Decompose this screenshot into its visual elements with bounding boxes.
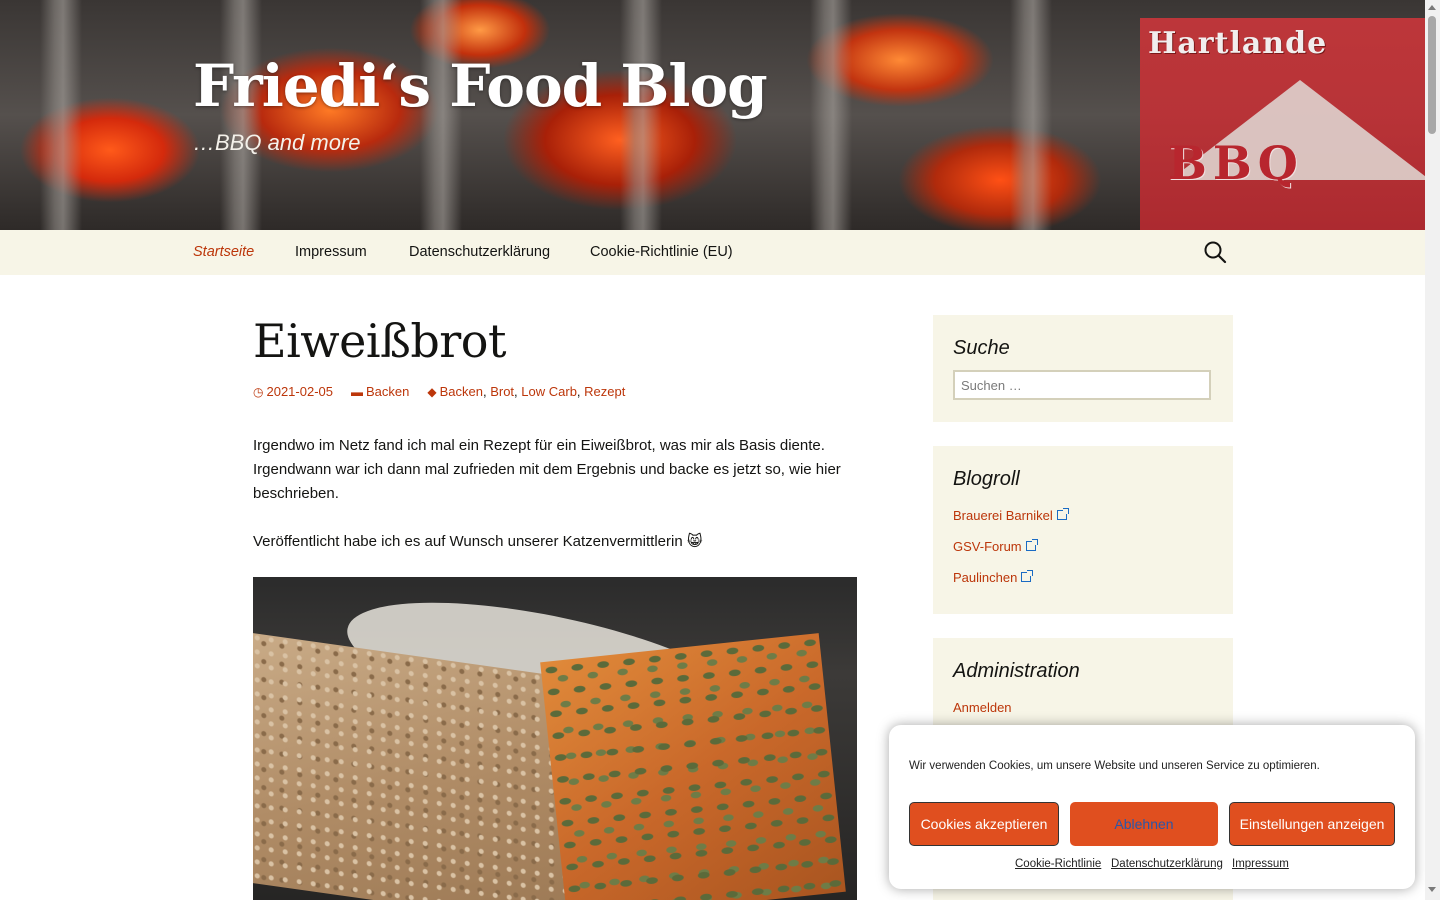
clock-icon: ◷ bbox=[253, 385, 264, 399]
nav-item-cookie-richtlinie[interactable]: Cookie-Richtlinie (EU) bbox=[590, 244, 733, 260]
blogroll-link-paulinchen[interactable]: Paulinchen bbox=[953, 570, 1034, 585]
blogroll-link-gsv-forum[interactable]: GSV-Forum bbox=[953, 539, 1038, 554]
image-bread-pumpkin-seeds bbox=[540, 633, 846, 900]
post-paragraph: Veröffentlicht habe ich es auf Wunsch un… bbox=[253, 533, 703, 550]
search-input[interactable] bbox=[953, 370, 1211, 400]
header-image-grate bbox=[810, 0, 852, 230]
cookie-consent-banner: Wir verwenden Cookies, um unsere Website… bbox=[889, 725, 1415, 889]
tag-icon: ◆ bbox=[427, 385, 437, 399]
site-tagline: …BBQ and more bbox=[193, 130, 361, 155]
scrollbar-thumb[interactable] bbox=[1428, 16, 1436, 134]
external-link-icon bbox=[1021, 570, 1034, 582]
widget-title-administration: Administration bbox=[953, 660, 1080, 682]
post-tag-link[interactable]: Low Carb bbox=[521, 384, 577, 399]
blogroll-widget: Blogroll Brauerei Barnikel GSV-Forum Pau… bbox=[933, 446, 1233, 614]
post-tag-link[interactable]: Rezept bbox=[584, 384, 625, 399]
nav-item-startseite[interactable]: Startseite bbox=[193, 244, 254, 260]
site-header: Hartlande BBQ Friedi‘s Food Blog …BBQ an… bbox=[0, 0, 1425, 230]
folder-icon: ▬ bbox=[350, 385, 363, 399]
header-logo-text-top: Hartlande bbox=[1148, 26, 1328, 61]
cookie-message: Wir verwenden Cookies, um unsere Website… bbox=[909, 760, 1320, 772]
post-image-bread[interactable] bbox=[253, 577, 857, 900]
cookie-link-impressum[interactable]: Impressum bbox=[1232, 858, 1289, 870]
header-image-grate bbox=[40, 0, 82, 230]
post-tag-link[interactable]: Brot bbox=[490, 384, 514, 399]
post-tag-link[interactable]: Backen bbox=[440, 384, 483, 399]
cookie-link-datenschutz[interactable]: Datenschutzerklärung bbox=[1111, 858, 1223, 870]
admin-link-anmelden[interactable]: Anmelden bbox=[953, 700, 1012, 715]
page-scrollbar[interactable] bbox=[1425, 0, 1440, 900]
cookie-link-richtlinie[interactable]: Cookie-Richtlinie bbox=[1015, 858, 1101, 870]
scroll-down-arrow-icon[interactable] bbox=[1428, 887, 1436, 892]
blogroll-link-label: Paulinchen bbox=[953, 570, 1018, 585]
search-widget: Suche bbox=[933, 315, 1233, 422]
blogroll-link-label: GSV-Forum bbox=[953, 539, 1022, 554]
post-content: Irgendwo im Netz fand ich mal ein Rezept… bbox=[253, 434, 857, 578]
external-link-icon bbox=[1025, 539, 1038, 551]
cookie-deny-button[interactable]: Ablehnen bbox=[1070, 802, 1218, 846]
widget-title-suche: Suche bbox=[953, 337, 1010, 359]
external-link-icon bbox=[1056, 508, 1069, 520]
post-paragraph: Irgendwo im Netz fand ich mal ein Rezept… bbox=[253, 437, 841, 502]
scroll-up-arrow-icon[interactable] bbox=[1428, 5, 1436, 10]
search-icon[interactable] bbox=[1203, 240, 1227, 264]
nav-item-datenschutz[interactable]: Datenschutzerklärung bbox=[409, 244, 550, 260]
widget-title-blogroll: Blogroll bbox=[953, 468, 1020, 490]
blogroll-link-barnikel[interactable]: Brauerei Barnikel bbox=[953, 508, 1069, 523]
post-date-link[interactable]: 2021-02-05 bbox=[266, 384, 333, 399]
header-image-grate bbox=[1010, 0, 1052, 230]
blogroll-link-label: Brauerei Barnikel bbox=[953, 508, 1053, 523]
post-meta: ◷ 2021-02-05 ▬ Backen ◆ Backen, Brot, Low Car… bbox=[253, 384, 626, 399]
nav-item-impressum[interactable]: Impressum bbox=[295, 244, 367, 260]
cookie-settings-button[interactable]: Einstellungen anzeigen bbox=[1229, 802, 1395, 846]
header-logo-text-bottom: BBQ bbox=[1168, 136, 1304, 190]
cookie-accept-button[interactable]: Cookies akzeptieren bbox=[909, 802, 1059, 846]
post-title[interactable]: Eiweißbrot bbox=[253, 314, 506, 368]
post-category-link[interactable]: Backen bbox=[366, 384, 409, 399]
site-title[interactable]: Friedi‘s Food Blog bbox=[193, 52, 768, 120]
